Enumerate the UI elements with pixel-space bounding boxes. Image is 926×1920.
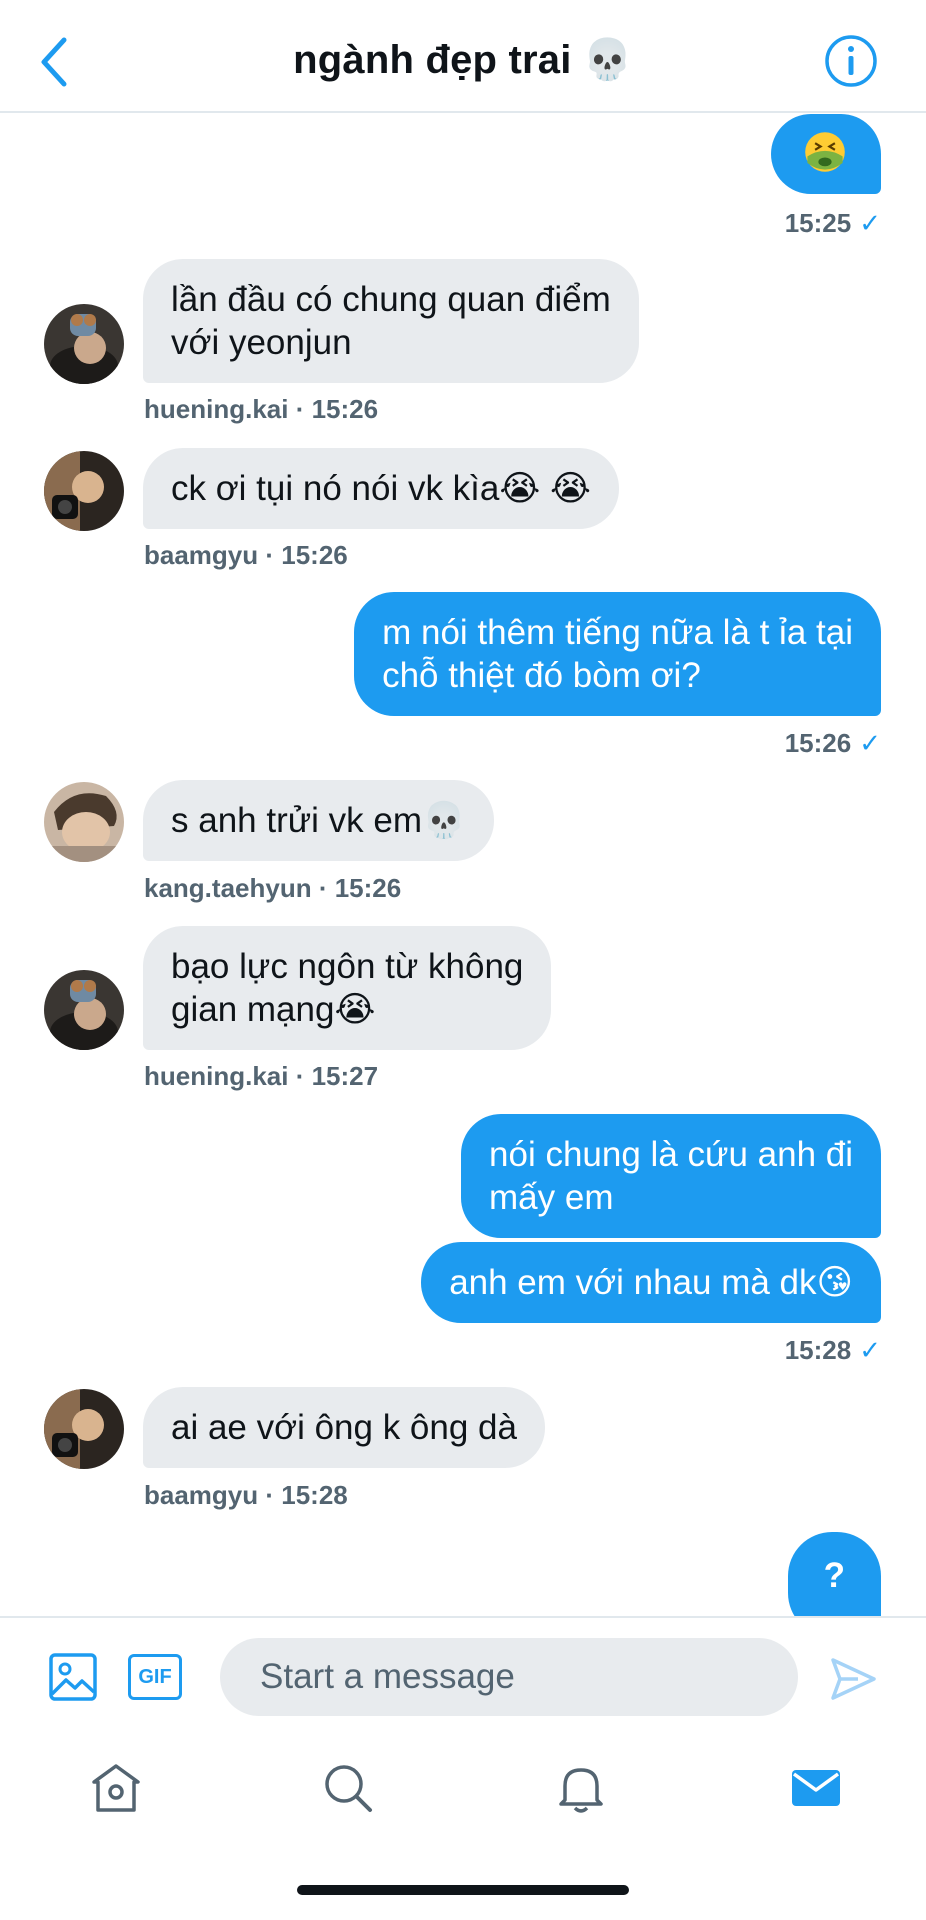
- sender-username[interactable]: huening.kai: [144, 1061, 288, 1091]
- message-bubble-incoming[interactable]: ck ơi tụi nó nói vk kìa😭 😭: [143, 448, 619, 529]
- avatar[interactable]: [44, 970, 124, 1050]
- message-timestamp: 15:25 ✓: [784, 208, 881, 238]
- message-timestamp: 15:28: [281, 1480, 348, 1510]
- avatar[interactable]: [44, 304, 124, 384]
- message-bubble-outgoing[interactable]: ?: [787, 1532, 881, 1616]
- home-icon[interactable]: [88, 1760, 144, 1816]
- message-input[interactable]: [220, 1638, 798, 1716]
- message-bubble-incoming[interactable]: ai ae với ông k ông dà: [143, 1387, 545, 1468]
- sent-check-icon: ✓: [859, 728, 881, 758]
- message-meta: kang.taehyun · 15:26: [144, 873, 402, 903]
- message-bubble-incoming[interactable]: s anh trửi vk em💀: [143, 780, 494, 861]
- home-indicator[interactable]: [297, 1885, 629, 1895]
- message-bubble-outgoing[interactable]: anh em với nhau mà dk😘: [421, 1242, 881, 1323]
- sender-username[interactable]: baamgyu: [144, 540, 258, 570]
- message-bubble-outgoing[interactable]: [771, 114, 881, 194]
- message-timestamp: 15:26: [311, 394, 379, 424]
- conversation-header: ngành đẹp trai 💀: [0, 0, 926, 113]
- message-meta: huening.kai · 15:26: [144, 394, 379, 424]
- message-meta: baamgyu · 15:28: [144, 1480, 348, 1510]
- sender-username[interactable]: kang.taehyun: [144, 873, 312, 903]
- message-bubble-incoming[interactable]: bạo lực ngôn từ không gian mạng😭: [143, 926, 552, 1050]
- avatar[interactable]: [44, 1389, 124, 1469]
- message-bubble-outgoing[interactable]: nói chung là cứu anh đi mấy em: [461, 1114, 881, 1238]
- sender-username[interactable]: baamgyu: [144, 1480, 258, 1510]
- message-meta: baamgyu · 15:26: [144, 540, 348, 570]
- sender-username[interactable]: huening.kai: [144, 394, 288, 424]
- message-bubble-outgoing[interactable]: m nói thêm tiếng nữa là t ỉa tại chỗ thi…: [354, 592, 881, 716]
- bottom-tab-bar: [0, 1736, 926, 1846]
- conversation-title[interactable]: ngành đẹp trai 💀: [0, 36, 926, 83]
- info-icon[interactable]: [824, 34, 878, 88]
- avatar[interactable]: [44, 782, 124, 862]
- avatar[interactable]: [44, 451, 124, 531]
- message-bubble-incoming[interactable]: lần đầu có chung quan điểm với yeonjun: [143, 259, 639, 383]
- message-meta: huening.kai · 15:27: [144, 1061, 379, 1091]
- send-icon[interactable]: [828, 1654, 878, 1704]
- sent-check-icon: ✓: [859, 208, 881, 238]
- message-thread[interactable]: 15:25 ✓ lần đầu có chung quan điểm với ye…: [0, 111, 926, 1616]
- nauseated-face-emoji: [805, 132, 845, 172]
- message-timestamp: 15:26 ✓: [784, 728, 881, 758]
- gif-button[interactable]: GIF: [128, 1654, 182, 1700]
- mail-icon[interactable]: [788, 1760, 844, 1816]
- bell-icon[interactable]: [553, 1760, 609, 1816]
- image-icon[interactable]: [48, 1652, 98, 1702]
- message-timestamp: 15:26: [281, 540, 348, 570]
- message-timestamp: 15:28 ✓: [784, 1335, 881, 1365]
- message-timestamp: 15:26: [334, 873, 402, 903]
- message-timestamp: 15:27: [311, 1061, 379, 1091]
- sent-check-icon: ✓: [859, 1335, 881, 1365]
- search-icon[interactable]: [320, 1760, 376, 1816]
- message-composer: GIF: [0, 1616, 926, 1738]
